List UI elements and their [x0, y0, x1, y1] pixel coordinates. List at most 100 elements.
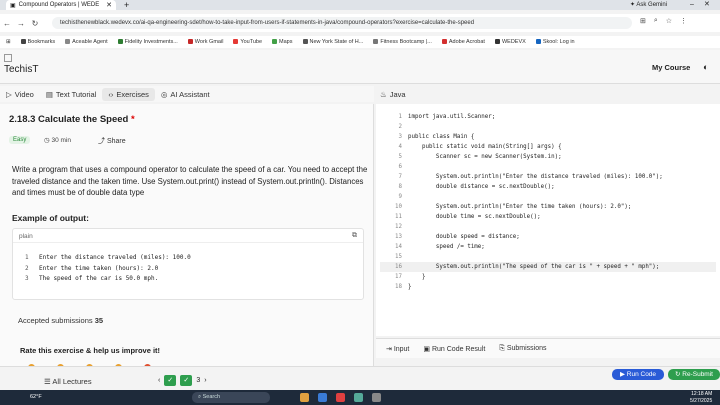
back-arrow-icon[interactable]: ←	[0, 19, 14, 28]
new-tab-icon[interactable]: +	[124, 0, 129, 10]
edge-icon[interactable]	[318, 393, 327, 402]
rate-prompt: Rate this exercise & help us improve it!	[20, 346, 161, 355]
line-number: 1	[25, 254, 29, 261]
url-input[interactable]: techisthenewblack.wedevx.co/ai-qa-engine…	[52, 17, 632, 29]
code-line: 2	[380, 122, 716, 132]
tab-label: AI Assistant	[170, 89, 210, 99]
bookmark-favicon-icon	[494, 39, 500, 45]
ask-gemini-button[interactable]: ✦ Ask Gemini	[630, 1, 667, 8]
clock-icon: ◷	[44, 137, 50, 144]
close-tab-icon[interactable]: ✕	[106, 1, 112, 9]
tab-label: Video	[14, 89, 34, 99]
result-icon: ▣	[423, 345, 432, 353]
bookmark-label: Fitness Bootcamp |...	[380, 39, 432, 45]
chrome-icon[interactable]	[336, 393, 345, 402]
all-lectures-button[interactable]: ☰ All Lectures	[44, 377, 92, 386]
bookmark-item[interactable]: New York State of H...	[302, 39, 364, 45]
page-number[interactable]: 3	[196, 377, 200, 384]
store-icon[interactable]	[354, 393, 363, 402]
accepted-label: Accepted submissions	[18, 316, 93, 325]
code-line: 15	[380, 252, 716, 262]
share-button[interactable]: ⤴ Share	[98, 136, 126, 146]
line-text: Enter the time taken (hours): 2.0	[39, 264, 159, 272]
menu-icon[interactable]: ⋮	[680, 17, 687, 25]
tab-video[interactable]: ▷ Video	[0, 88, 40, 101]
bookmark-item[interactable]: Fitness Bootcamp |...	[373, 39, 432, 45]
view-site-info-icon[interactable]: ⊞	[640, 17, 646, 25]
prev-icon[interactable]: ‹	[158, 377, 160, 384]
tab-submissions[interactable]: ⎘ Submissions	[499, 345, 546, 353]
document-icon: ▤	[45, 89, 53, 99]
java-icon: ♨	[380, 89, 387, 99]
bookmark-label: Bookmarks	[27, 39, 56, 45]
line-number: 14	[395, 244, 402, 250]
browser-tab[interactable]: ▣ Compound Operators | WEDE ✕	[6, 0, 116, 10]
code-line: 14 speed /= time;	[380, 242, 716, 252]
tab-run-code-result[interactable]: ▣ Run Code Result	[423, 345, 485, 353]
bookmark-item[interactable]: Fidelity Investments...	[117, 39, 178, 45]
weather-widget[interactable]: 62°F	[30, 394, 42, 400]
clock-date: 5/27/2025	[690, 397, 713, 404]
settings-icon[interactable]	[372, 393, 381, 402]
zoom-icon[interactable]: ⌕	[654, 17, 658, 25]
site-logo[interactable]: TechisT	[4, 64, 38, 75]
tab-input[interactable]: ⇥ Input	[386, 345, 409, 353]
code-line: 9	[380, 192, 716, 202]
code-text: Scanner sc = new Scanner(System.in);	[408, 154, 562, 160]
bookmark-label: New York State of H...	[309, 39, 364, 45]
bookmark-item[interactable]: Skool: Log in	[535, 39, 575, 45]
bookmark-star-icon[interactable]: ☆	[666, 17, 672, 25]
bookmark-item[interactable]: Aceable Agent	[65, 39, 108, 45]
bookmark-item[interactable]: WEDEVX	[494, 39, 526, 45]
code-text: public static void main(String[] args) {	[408, 144, 562, 150]
close-window-icon[interactable]: ✕	[704, 0, 710, 10]
bookmark-item[interactable]: Work Gmail	[187, 39, 224, 45]
line-number: 17	[395, 274, 402, 280]
exercise-title-text: 2.18.3 Calculate the Speed	[9, 114, 129, 125]
account-icon[interactable]: ◐	[703, 62, 708, 72]
code-line: 17 }	[380, 272, 716, 282]
code-lines: 1 import java.util.Scanner; 2 3 public class…	[380, 112, 716, 292]
browser-tabstrip: ▣ Compound Operators | WEDE ✕ + ✦ Ask Ge…	[0, 0, 720, 10]
example-title: Example of output:	[12, 213, 89, 223]
completed-exercise-icon[interactable]: ✓	[180, 375, 193, 386]
taskbar-apps	[300, 393, 381, 402]
reload-icon[interactable]: ↻	[28, 19, 42, 28]
tab-label: Submissions	[506, 344, 547, 352]
bookmark-label: WEDEVX	[501, 39, 526, 45]
bookmark-item[interactable]: Maps	[272, 39, 293, 45]
next-icon[interactable]: ›	[204, 377, 206, 384]
difficulty-badge: Easy	[9, 136, 31, 144]
tab-label: Exercises	[116, 89, 149, 99]
taskbar-clock[interactable]: 12:18 AM 5/27/2025	[690, 391, 712, 404]
address-bar-row: ← → ↻ techisthenewblack.wedevx.co/ai-qa-…	[0, 14, 720, 32]
code-editor[interactable]: 1 import java.util.Scanner; 2 3 public class…	[376, 104, 720, 336]
resubmit-button[interactable]: ↻ Re-Submit	[668, 369, 720, 380]
example-line: 1 Enter the distance traveled (miles): 10…	[25, 253, 363, 264]
apps-grid-icon[interactable]: ⊞	[6, 39, 11, 45]
my-course-link[interactable]: My Course	[652, 63, 690, 72]
bookmark-item[interactable]: Adobe Acrobat	[441, 39, 485, 45]
tab-text-tutorial[interactable]: ▤ Text Tutorial	[40, 88, 103, 101]
run-code-button[interactable]: ▶ Run Code	[612, 369, 664, 380]
bookmark-favicon-icon	[373, 39, 379, 45]
duration-label: ◷ 30 min	[44, 136, 71, 144]
bookmark-label: Work Gmail	[194, 39, 224, 45]
ai-icon: ◎	[160, 89, 168, 99]
bookmark-item[interactable]: Bookmarks	[20, 39, 56, 45]
exercise-description: Write a program that uses a compound ope…	[12, 165, 368, 197]
taskbar-search[interactable]: ⌕ Search	[192, 392, 270, 403]
tab-exercises[interactable]: ‹› Exercises	[102, 87, 155, 101]
file-explorer-icon[interactable]	[300, 393, 309, 402]
forward-arrow-icon[interactable]: →	[14, 19, 28, 28]
line-number: 4	[398, 144, 403, 150]
line-number: 6	[398, 164, 403, 170]
minimize-icon[interactable]: –	[690, 0, 694, 10]
copy-icon[interactable]: ⧉	[352, 232, 357, 240]
bookmark-favicon-icon	[117, 39, 123, 45]
bookmark-item[interactable]: YouTube	[233, 39, 262, 45]
tab-ai-assistant[interactable]: ◎ AI Assistant	[155, 88, 216, 101]
code-icon: ‹›	[108, 89, 114, 99]
language-tab[interactable]: ♨ Java	[380, 86, 406, 102]
completed-exercise-icon[interactable]: ✓	[164, 375, 177, 386]
